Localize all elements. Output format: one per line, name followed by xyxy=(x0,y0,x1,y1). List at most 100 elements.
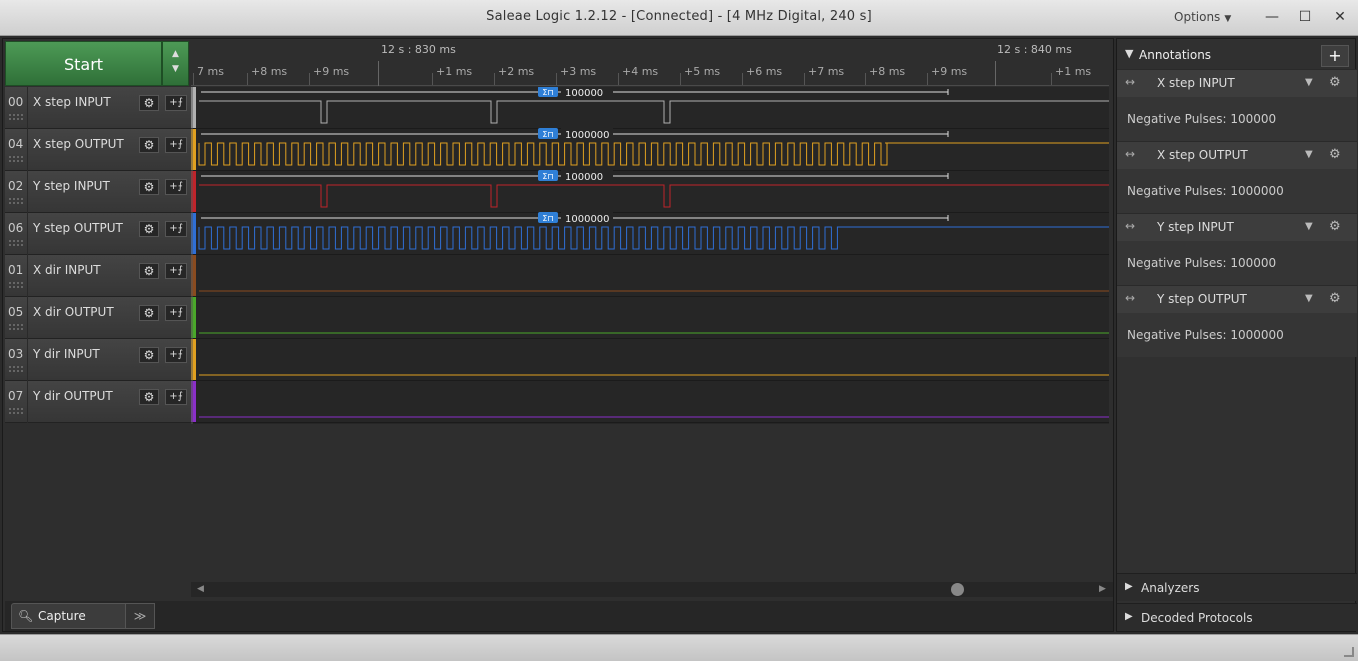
analyzers-section[interactable]: ▶ Analyzers xyxy=(1117,573,1357,601)
tab-capture[interactable]: 🔍︎ Capture xyxy=(11,603,129,629)
channel-name[interactable]: X step INPUT xyxy=(33,95,111,109)
start-button[interactable]: Start xyxy=(5,41,162,86)
resize-horizontal-icon[interactable]: ↔ xyxy=(1125,147,1135,161)
ruler-tick-label: +4 ms xyxy=(622,65,659,78)
drag-handle-icon[interactable] xyxy=(9,282,23,288)
expand-triangle-icon: ▶ xyxy=(1125,581,1133,592)
analyzers-label: Analyzers xyxy=(1141,581,1200,595)
channel-name[interactable]: X step OUTPUT xyxy=(33,137,124,151)
drag-handle-icon[interactable] xyxy=(9,408,23,414)
chevron-down-icon[interactable]: ▼ xyxy=(1305,77,1313,88)
gear-icon[interactable]: ⚙ xyxy=(139,389,159,405)
ruler-separator xyxy=(378,61,379,86)
ruler-tick xyxy=(247,73,248,85)
channel-name[interactable]: X dir INPUT xyxy=(33,263,101,277)
trigger-icon[interactable]: +⨍ xyxy=(165,305,187,321)
channel-row[interactable]: 06 Y step OUTPUT ⚙ +⨍ xyxy=(5,213,191,255)
resize-horizontal-icon[interactable]: ↔ xyxy=(1125,219,1135,233)
waveform-area[interactable]: Σ⊓ 100000 Σ⊓ 1000000 Σ⊓ 100000 Σ⊓ 1000000 xyxy=(191,87,1109,424)
channel-number: 06 xyxy=(8,221,24,235)
trigger-icon[interactable]: +⨍ xyxy=(165,221,187,237)
annotation-header[interactable]: ↔ X step INPUT ▼ ⚙ xyxy=(1117,69,1357,97)
horizontal-scrollbar[interactable]: ◀ ▶ xyxy=(191,582,1113,597)
trigger-icon[interactable]: +⨍ xyxy=(165,389,187,405)
drag-handle-icon[interactable] xyxy=(9,240,23,246)
ruler-tick xyxy=(193,73,194,85)
start-options-button[interactable]: ▲ ▼ xyxy=(162,41,189,86)
maximize-button[interactable]: ☐ xyxy=(1293,6,1317,28)
channel-name[interactable]: Y dir OUTPUT xyxy=(33,389,113,403)
trigger-icon[interactable]: +⨍ xyxy=(165,137,187,153)
drag-handle-icon[interactable] xyxy=(9,366,23,372)
annotation-value: Negative Pulses: 1000000 xyxy=(1127,184,1284,198)
gear-icon[interactable]: ⚙ xyxy=(1329,147,1341,162)
resize-grip-icon[interactable] xyxy=(1344,647,1354,657)
trigger-icon[interactable]: +⨍ xyxy=(165,179,187,195)
drag-handle-icon[interactable] xyxy=(9,324,23,330)
ruler-tick-label: +8 ms xyxy=(251,65,288,78)
gear-icon[interactable]: ⚙ xyxy=(139,263,159,279)
divider xyxy=(27,129,28,171)
chevron-down-icon[interactable]: ▼ xyxy=(1305,293,1313,304)
channel-row[interactable]: 07 Y dir OUTPUT ⚙ +⨍ xyxy=(5,381,191,423)
main-panel: Start ▲ ▼ 12 s : 830 ms 12 s : 840 ms 7 ms… xyxy=(2,38,1114,632)
search-icon: 🔍︎ xyxy=(18,609,34,623)
annotation-header[interactable]: ↔ Y step INPUT ▼ ⚙ xyxy=(1117,213,1357,241)
more-tabs-button[interactable]: ≫ xyxy=(125,603,155,629)
gear-icon[interactable]: ⚙ xyxy=(139,137,159,153)
divider xyxy=(27,213,28,255)
ruler-tick xyxy=(556,73,557,85)
time-ruler[interactable]: 12 s : 830 ms 12 s : 840 ms 7 ms +8 ms +9 ms… xyxy=(191,41,1109,86)
channel-row[interactable]: 03 Y dir INPUT ⚙ +⨍ xyxy=(5,339,191,381)
ruler-tick xyxy=(309,73,310,85)
chevron-down-icon[interactable]: ▼ xyxy=(1305,149,1313,160)
ruler-tick-label: +1 ms xyxy=(436,65,473,78)
gear-icon[interactable]: ⚙ xyxy=(139,179,159,195)
gear-icon[interactable]: ⚙ xyxy=(1329,291,1341,306)
annotation-header[interactable]: ↔ Y step OUTPUT ▼ ⚙ xyxy=(1117,285,1357,313)
resize-horizontal-icon[interactable]: ↔ xyxy=(1125,75,1135,89)
channel-name[interactable]: Y dir INPUT xyxy=(33,347,100,361)
trigger-icon[interactable]: +⨍ xyxy=(165,95,187,111)
gear-icon[interactable]: ⚙ xyxy=(139,305,159,321)
gear-icon[interactable]: ⚙ xyxy=(1329,219,1341,234)
drag-handle-icon[interactable] xyxy=(9,156,23,162)
gear-icon[interactable]: ⚙ xyxy=(139,347,159,363)
scroll-left-icon[interactable]: ◀ xyxy=(197,584,204,594)
ruler-time-label: 12 s : 830 ms xyxy=(381,43,456,56)
channel-name[interactable]: Y step INPUT xyxy=(33,179,110,193)
gear-icon[interactable]: ⚙ xyxy=(139,221,159,237)
collapse-triangle-icon[interactable]: ▼ xyxy=(1125,47,1133,60)
annotation-channel: Y step OUTPUT xyxy=(1157,292,1247,306)
channel-row[interactable]: 05 X dir OUTPUT ⚙ +⨍ xyxy=(5,297,191,339)
trigger-icon[interactable]: +⨍ xyxy=(165,263,187,279)
channel-row[interactable]: 01 X dir INPUT ⚙ +⨍ xyxy=(5,255,191,297)
minimize-button[interactable]: — xyxy=(1260,6,1284,28)
channel-row[interactable]: 04 X step OUTPUT ⚙ +⨍ xyxy=(5,129,191,171)
resize-horizontal-icon[interactable]: ↔ xyxy=(1125,291,1135,305)
drag-handle-icon[interactable] xyxy=(9,198,23,204)
channel-name[interactable]: Y step OUTPUT xyxy=(33,221,123,235)
channel-name[interactable]: X dir OUTPUT xyxy=(33,305,114,319)
trigger-icon[interactable]: +⨍ xyxy=(165,347,187,363)
tab-capture-label: Capture xyxy=(38,609,86,623)
divider xyxy=(27,87,28,129)
options-menu[interactable]: Options ▼ xyxy=(1174,10,1231,24)
chevron-down-icon: ▼ xyxy=(1224,14,1232,24)
annotations-header[interactable]: ▼ Annotations + xyxy=(1117,43,1357,69)
annotation-body: Negative Pulses: 100000 xyxy=(1117,241,1357,285)
scroll-right-icon[interactable]: ▶ xyxy=(1099,584,1106,594)
waveform-background xyxy=(191,87,1109,424)
gear-icon[interactable]: ⚙ xyxy=(139,95,159,111)
scroll-thumb[interactable] xyxy=(951,583,964,596)
channel-row[interactable]: 02 Y step INPUT ⚙ +⨍ xyxy=(5,171,191,213)
bottom-tab-bar: 🔍︎ Capture ≫ xyxy=(5,601,1113,631)
gear-icon[interactable]: ⚙ xyxy=(1329,75,1341,90)
annotation-header[interactable]: ↔ X step OUTPUT ▼ ⚙ xyxy=(1117,141,1357,169)
decoded-protocols-section[interactable]: ▶ Decoded Protocols xyxy=(1117,603,1357,631)
close-button[interactable]: ✕ xyxy=(1328,6,1352,28)
channel-row[interactable]: 00 X step INPUT ⚙ +⨍ xyxy=(5,87,191,129)
add-annotation-button[interactable]: + xyxy=(1321,45,1349,67)
drag-handle-icon[interactable] xyxy=(9,114,23,120)
chevron-down-icon[interactable]: ▼ xyxy=(1305,221,1313,232)
